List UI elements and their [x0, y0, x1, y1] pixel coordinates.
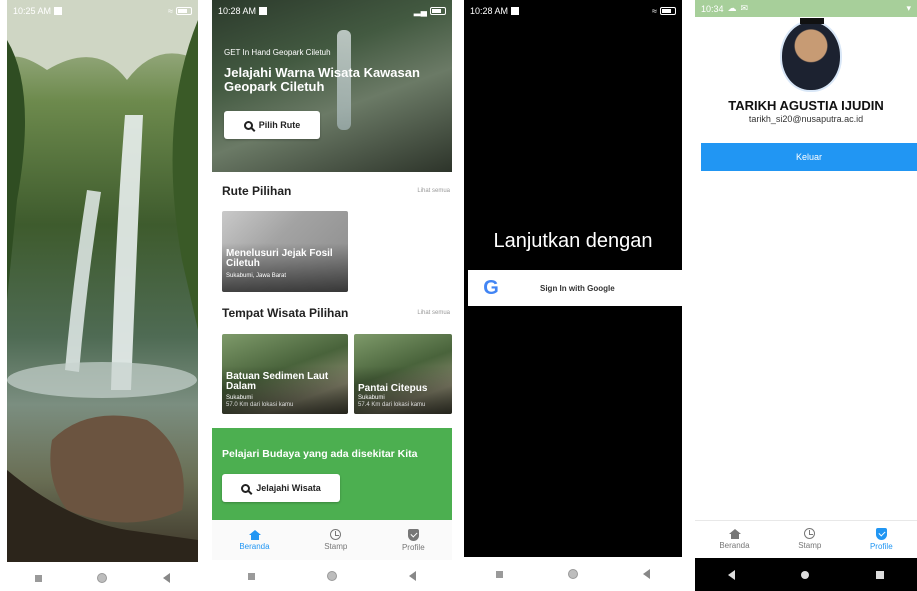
profile-screen: 10:34 ☁ ✉ ▾ TARIKH AGUSTIA IJUDIN tarikh…: [695, 0, 917, 591]
back-icon[interactable]: [163, 573, 171, 583]
mail-icon: ✉: [740, 3, 749, 13]
avatar: [780, 18, 842, 92]
route-card-title: Menelusuri Jejak Fosil Ciletuh: [226, 248, 333, 269]
search-icon: [243, 120, 253, 130]
choose-route-button[interactable]: Pilih Rute: [224, 111, 320, 139]
recent-apps-icon[interactable]: [34, 574, 42, 582]
back-icon[interactable]: [728, 569, 736, 580]
tab-beranda[interactable]: Beranda: [719, 528, 750, 550]
battery-icon: [430, 7, 446, 15]
login-heading: Lanjutkan dengan: [493, 230, 653, 252]
explore-label: Jelajahi Wisata: [256, 483, 321, 493]
shield-check-icon: [407, 528, 419, 541]
home-button-icon[interactable]: [801, 570, 810, 579]
back-icon[interactable]: [642, 569, 650, 579]
home-button-icon[interactable]: [97, 573, 108, 583]
status-time: 10:28 AM: [470, 6, 509, 16]
hero-banner: 10:28 AM ▂▄ GET In Hand Geopark Ciletuh …: [212, 0, 452, 172]
place-card[interactable]: Pantai Citepus Sukabumi 57.4 Km dari lok…: [354, 334, 452, 414]
status-bar: 10:28 AM ≈: [464, 0, 682, 22]
signal-icon: ▂▄: [413, 5, 427, 16]
status-bar: 10:28 AM ▂▄: [212, 0, 452, 22]
splash-screen: 10:25 AM ≈: [7, 0, 198, 591]
wifi-icon: ≈: [168, 6, 173, 16]
history-icon: [330, 529, 342, 540]
hero-title: Jelajahi Warna Wisata Kawasan Geopark Ci…: [224, 65, 420, 94]
places-see-all-link[interactable]: Lihat semua: [417, 310, 450, 316]
places-heading: Tempat Wisata Pilihan: [222, 306, 349, 320]
system-nav-bar: [695, 558, 917, 591]
shield-check-icon: [875, 527, 887, 540]
tab-stamp[interactable]: Stamp: [324, 529, 347, 551]
battery-icon: [660, 7, 676, 15]
waterfall-illustration: [7, 0, 198, 562]
battery-icon: [176, 7, 192, 15]
place-card-location: Sukabumi: [358, 395, 385, 401]
tab-label: Profile: [401, 542, 425, 552]
status-time: 10:28 AM: [218, 6, 257, 16]
bottom-tab-bar: Beranda Stamp Profile: [212, 520, 452, 560]
notification-icon: [511, 7, 520, 15]
tab-label: Profile: [869, 541, 893, 551]
google-sign-in-button[interactable]: G Sign In with Google: [468, 270, 682, 306]
hero-subtitle: GET In Hand Geopark Ciletuh: [224, 48, 331, 57]
system-nav-bar: [464, 557, 682, 591]
notification-icon: [54, 7, 63, 15]
google-icon: G: [483, 277, 499, 299]
login-screen: 10:28 AM ≈ Lanjutkan dengan G Sign In wi…: [464, 0, 682, 591]
tab-beranda[interactable]: Beranda: [239, 529, 270, 551]
login-background: 10:28 AM ≈ Lanjutkan dengan G Sign In wi…: [464, 0, 682, 557]
routes-heading: Rute Pilihan: [222, 184, 292, 198]
history-icon: [804, 528, 816, 539]
recent-apps-icon[interactable]: [875, 570, 884, 579]
tab-label: Beranda: [239, 541, 270, 551]
tab-profile[interactable]: Profile: [401, 528, 425, 552]
status-bar: 10:25 AM ≈: [7, 0, 198, 22]
wifi-icon: ≈: [652, 6, 657, 16]
place-card[interactable]: Batuan Sedimen Laut Dalam Sukabumi 57.0 …: [222, 334, 348, 414]
culture-banner: Pelajari Budaya yang ada disekitar Kita …: [212, 428, 452, 520]
logout-button[interactable]: Keluar: [701, 143, 917, 171]
home-icon: [248, 529, 261, 540]
graduation-cap: [800, 18, 824, 24]
notification-icon: [259, 7, 268, 15]
tab-label: Beranda: [719, 540, 750, 550]
recent-apps-icon[interactable]: [248, 572, 255, 580]
tab-profile[interactable]: Profile: [869, 527, 893, 551]
system-nav-bar: [7, 562, 198, 591]
route-card-location: Sukabumi, Jawa Barat: [226, 273, 287, 279]
tab-label: Stamp: [324, 542, 348, 551]
google-sign-in-label: Sign In with Google: [540, 283, 615, 293]
cloud-icon: ☁: [727, 3, 737, 13]
tab-label: Stamp: [798, 541, 822, 550]
place-card-distance: 57.4 Km dari lokasi kamu: [358, 402, 426, 408]
back-icon[interactable]: [409, 571, 416, 581]
place-card-title: Batuan Sedimen Laut Dalam: [226, 371, 329, 392]
explore-button[interactable]: Jelajahi Wisata: [222, 474, 340, 502]
place-card-location: Sukabumi: [226, 395, 253, 401]
profile-name: TARIKH AGUSTIA IJUDIN: [728, 98, 884, 113]
culture-text: Pelajari Budaya yang ada disekitar Kita: [222, 448, 418, 460]
home-button-icon[interactable]: [567, 569, 578, 579]
place-card-title: Pantai Citepus: [358, 383, 428, 394]
wifi-icon: ▾: [906, 3, 911, 13]
status-time: 10:34: [701, 3, 724, 14]
search-icon: [241, 483, 251, 493]
choose-route-label: Pilih Rute: [258, 120, 301, 130]
route-card[interactable]: Menelusuri Jejak Fosil Ciletuh Sukabumi,…: [222, 211, 348, 292]
profile-email: tarikh_si20@nusaputra.ac.id: [748, 114, 864, 124]
home-button-icon[interactable]: [327, 571, 337, 581]
home-icon: [728, 528, 741, 539]
bottom-tab-bar: Beranda Stamp Profile: [695, 521, 917, 557]
status-bar: 10:34 ☁ ✉ ▾: [695, 0, 917, 17]
system-nav-bar: [212, 560, 452, 591]
recent-apps-icon[interactable]: [496, 570, 504, 578]
waterfall-photo: [7, 0, 198, 562]
routes-see-all-link[interactable]: Lihat semua: [417, 188, 450, 194]
status-time: 10:25 AM: [13, 6, 52, 16]
tab-stamp[interactable]: Stamp: [798, 528, 821, 550]
home-screen: 10:28 AM ▂▄ GET In Hand Geopark Ciletuh …: [212, 0, 452, 591]
place-card-distance: 57.0 Km dari lokasi kamu: [226, 402, 294, 408]
